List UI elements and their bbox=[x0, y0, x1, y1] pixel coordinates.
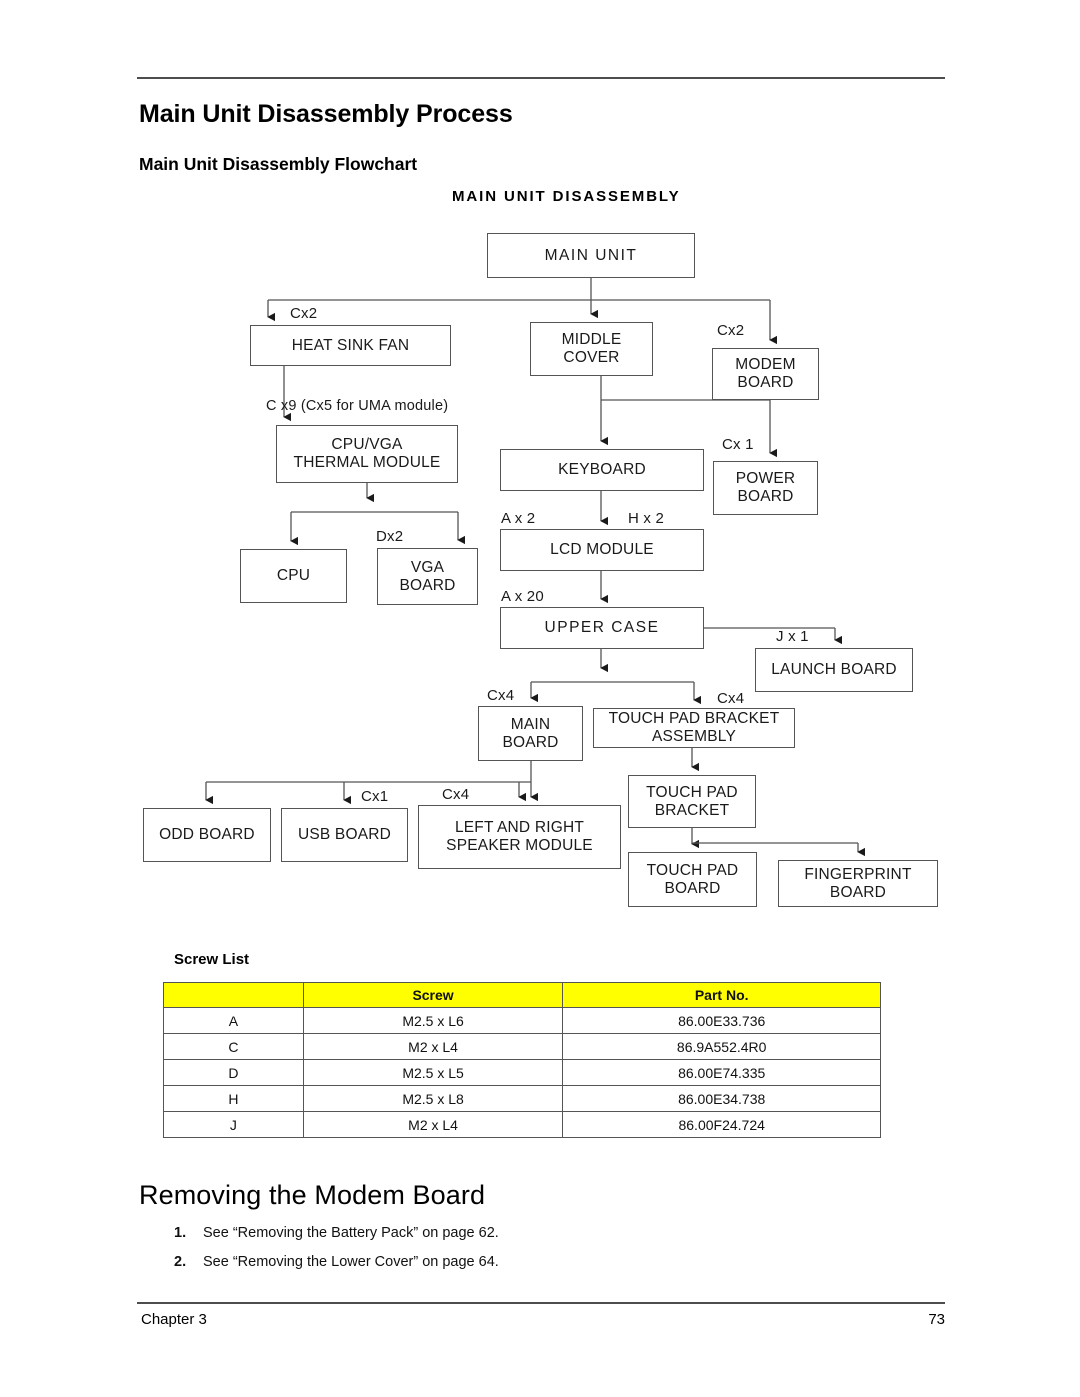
cell-part-no: 86.00F24.724 bbox=[562, 1111, 881, 1138]
document-page: Main Unit Disassembly Process Main Unit … bbox=[0, 0, 1080, 1397]
cell-screw: M2.5 x L6 bbox=[302, 1007, 564, 1034]
connector-label-main-board: Cx4 bbox=[487, 687, 515, 704]
table-header-row: Screw Part No. bbox=[163, 982, 881, 1008]
flow-node-upper-case[interactable]: UPPER CASE bbox=[500, 607, 704, 649]
table-row: H M2.5 x L8 86.00E34.738 bbox=[163, 1085, 881, 1112]
flow-node-cpu-vga-thermal-module[interactable]: CPU/VGA THERMAL MODULE bbox=[276, 425, 458, 483]
disassembly-flowchart: MAIN UNIT Cx2 HEAT SINK FAN MIDDLE COVER… bbox=[0, 0, 1080, 1000]
cell-id: D bbox=[163, 1059, 304, 1086]
connector-label-left-right-speaker: Cx4 bbox=[442, 786, 470, 803]
flow-node-label: POWER BOARD bbox=[735, 470, 796, 505]
cell-part-no: 86.9A552.4R0 bbox=[562, 1033, 881, 1060]
flow-node-label: MAIN UNIT bbox=[544, 246, 638, 264]
flow-node-label: LEFT AND RIGHT SPEAKER MODULE bbox=[446, 819, 593, 854]
connector-label-usb-board: Cx1 bbox=[361, 788, 389, 805]
flow-node-label: MODEM BOARD bbox=[735, 356, 796, 391]
cell-screw: M2 x L4 bbox=[302, 1111, 564, 1138]
flow-node-cpu[interactable]: CPU bbox=[240, 549, 347, 603]
flow-node-label: VGA BOARD bbox=[399, 558, 456, 594]
steps-list: 1. See “Removing the Battery Pack” on pa… bbox=[174, 1225, 874, 1283]
flow-node-label: USB BOARD bbox=[297, 826, 392, 844]
table-row: A M2.5 x L6 86.00E33.736 bbox=[163, 1007, 881, 1034]
flow-node-middle-cover[interactable]: MIDDLE COVER bbox=[530, 322, 653, 376]
flow-node-label: LAUNCH BOARD bbox=[771, 661, 897, 679]
connector-label-cpu-vga-thermal: C x9 (Cx5 for UMA module) bbox=[266, 398, 449, 414]
connector-label-modem-board: Cx2 bbox=[717, 322, 745, 339]
flow-node-label: TOUCH PAD BOARD bbox=[646, 861, 739, 897]
cell-id: C bbox=[163, 1033, 304, 1060]
connector-label-upper-case: A x 20 bbox=[501, 588, 544, 605]
cell-part-no: 86.00E33.736 bbox=[562, 1007, 881, 1034]
flow-node-label: CPU bbox=[276, 567, 311, 585]
step-text: See “Removing the Battery Pack” on page … bbox=[203, 1225, 499, 1241]
cell-part-no: 86.00E34.738 bbox=[562, 1085, 881, 1112]
flow-node-label: MIDDLE COVER bbox=[561, 331, 622, 366]
connector-label-touch-pad-bracket-assembly: Cx4 bbox=[717, 690, 745, 707]
flow-node-label: UPPER CASE bbox=[544, 619, 660, 637]
flow-node-label: MAIN BOARD bbox=[502, 715, 559, 751]
flow-node-keyboard[interactable]: KEYBOARD bbox=[500, 449, 704, 491]
cell-screw: M2.5 x L8 bbox=[302, 1085, 564, 1112]
connector-label-launch-board: J x 1 bbox=[776, 628, 809, 645]
flow-node-label: FINGERPRINT BOARD bbox=[804, 865, 912, 901]
column-header-id bbox=[163, 982, 304, 1008]
connector-label-lcd-left: A x 2 bbox=[501, 510, 536, 527]
flow-node-label: TOUCH PAD BRACKET bbox=[646, 783, 738, 819]
cell-part-no: 86.00E74.335 bbox=[562, 1059, 881, 1086]
table-row: J M2 x L4 86.00F24.724 bbox=[163, 1111, 881, 1138]
flow-node-usb-board[interactable]: USB BOARD bbox=[281, 808, 408, 862]
footer-page-number: 73 bbox=[928, 1311, 945, 1328]
connector-label-lcd-right: H x 2 bbox=[628, 510, 665, 527]
connector-label-power-board: Cx 1 bbox=[722, 436, 754, 453]
column-header-screw: Screw bbox=[302, 982, 564, 1008]
list-item: 2. See “Removing the Lower Cover” on pag… bbox=[174, 1254, 874, 1283]
step-number: 1. bbox=[174, 1225, 187, 1241]
connector-label-heat-sink-fan: Cx2 bbox=[290, 305, 318, 322]
step-number: 2. bbox=[174, 1254, 187, 1270]
flow-node-label: HEAT SINK FAN bbox=[291, 336, 410, 354]
step-text: See “Removing the Lower Cover” on page 6… bbox=[203, 1254, 499, 1270]
screw-list-table: Screw Part No. A M2.5 x L6 86.00E33.736 … bbox=[163, 982, 881, 1138]
flow-node-label: ODD BOARD bbox=[159, 826, 255, 844]
flow-node-launch-board[interactable]: LAUNCH BOARD bbox=[755, 648, 913, 692]
flow-node-lcd-module[interactable]: LCD MODULE bbox=[500, 529, 704, 571]
flow-node-modem-board[interactable]: MODEM BOARD bbox=[712, 348, 819, 400]
flow-node-power-board[interactable]: POWER BOARD bbox=[713, 461, 818, 515]
flow-node-heat-sink-fan[interactable]: HEAT SINK FAN bbox=[250, 325, 451, 366]
cell-id: H bbox=[163, 1085, 304, 1112]
flow-node-touch-pad-board[interactable]: TOUCH PAD BOARD bbox=[628, 852, 757, 907]
flow-node-touch-pad-bracket[interactable]: TOUCH PAD BRACKET bbox=[628, 775, 756, 828]
flow-node-label: LCD MODULE bbox=[550, 541, 654, 559]
table-row: C M2 x L4 86.9A552.4R0 bbox=[163, 1033, 881, 1060]
table-row: D M2.5 x L5 86.00E74.335 bbox=[163, 1059, 881, 1086]
flow-node-vga-board[interactable]: VGA BOARD bbox=[377, 548, 478, 605]
cell-id: J bbox=[163, 1111, 304, 1138]
screw-list-title: Screw List bbox=[174, 951, 250, 968]
flow-node-touch-pad-bracket-assembly[interactable]: TOUCH PAD BRACKET ASSEMBLY bbox=[593, 708, 795, 748]
footer-rule bbox=[137, 1302, 945, 1304]
flow-node-odd-board[interactable]: ODD BOARD bbox=[143, 808, 271, 862]
connector-label-vga-board: Dx2 bbox=[376, 528, 404, 545]
flow-node-label: CPU/VGA THERMAL MODULE bbox=[293, 436, 441, 471]
column-header-part-no: Part No. bbox=[562, 982, 881, 1008]
cell-screw: M2.5 x L5 bbox=[302, 1059, 564, 1086]
flow-node-label: KEYBOARD bbox=[558, 461, 646, 479]
flow-node-fingerprint-board[interactable]: FINGERPRINT BOARD bbox=[778, 860, 938, 907]
flow-node-main-unit[interactable]: MAIN UNIT bbox=[487, 233, 695, 278]
cell-screw: M2 x L4 bbox=[302, 1033, 564, 1060]
cell-id: A bbox=[163, 1007, 304, 1034]
flow-node-label: TOUCH PAD BRACKET ASSEMBLY bbox=[608, 710, 780, 745]
footer-chapter: Chapter 3 bbox=[141, 1311, 207, 1328]
flow-node-main-board[interactable]: MAIN BOARD bbox=[478, 706, 583, 761]
list-item: 1. See “Removing the Battery Pack” on pa… bbox=[174, 1225, 874, 1254]
flow-node-left-right-speaker-module[interactable]: LEFT AND RIGHT SPEAKER MODULE bbox=[418, 805, 621, 869]
removing-modem-board-heading: Removing the Modem Board bbox=[139, 1180, 486, 1210]
